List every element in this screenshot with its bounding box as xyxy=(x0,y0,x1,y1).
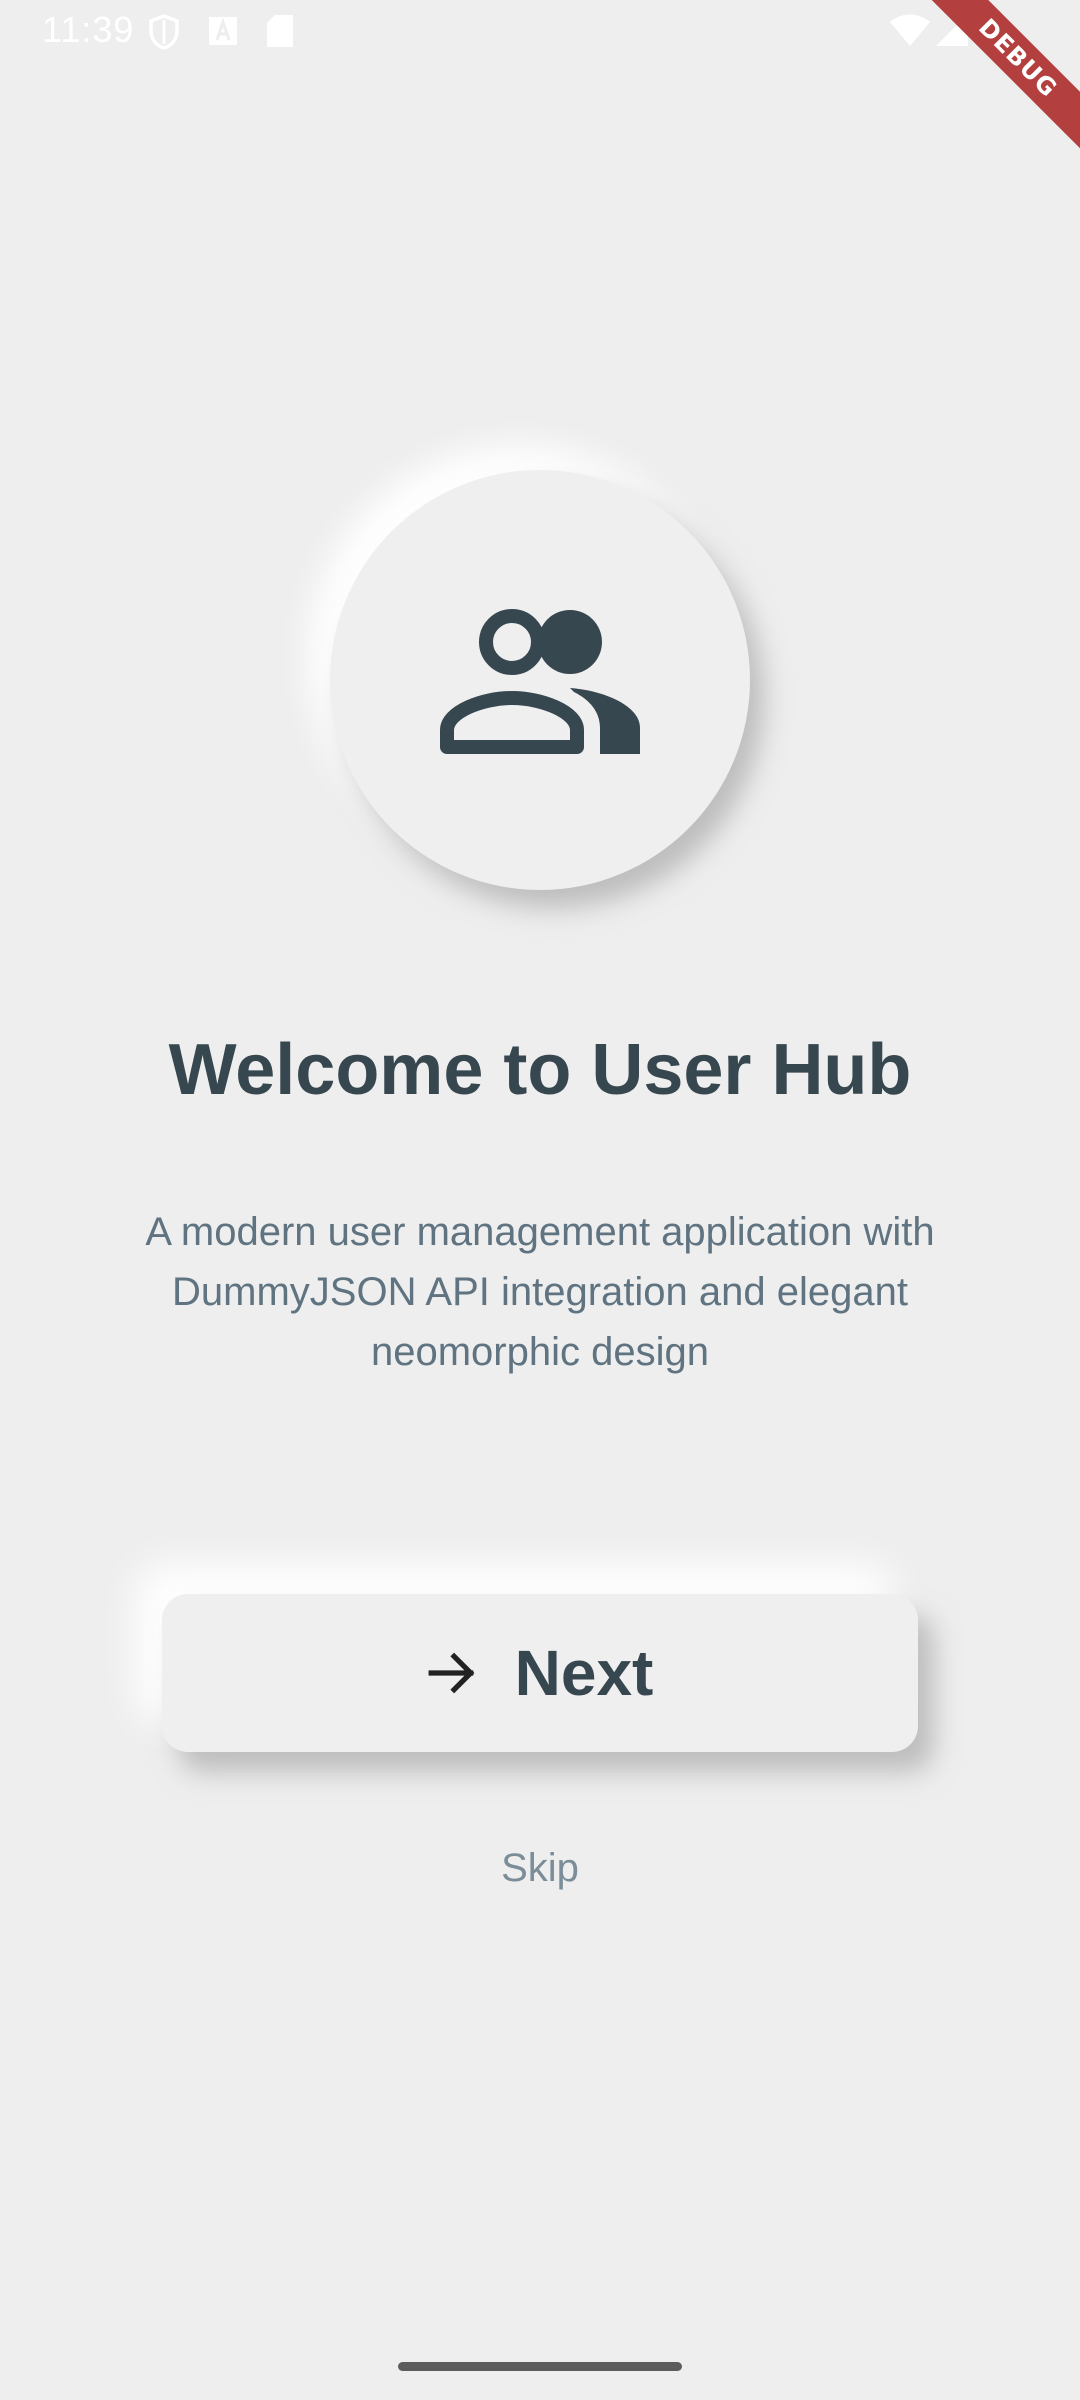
page-title: Welcome to User Hub xyxy=(168,1030,912,1110)
next-button-label: Next xyxy=(514,1637,654,1709)
next-button[interactable]: Next xyxy=(162,1594,918,1752)
status-bar: 11:39 xyxy=(0,0,1080,64)
font-a-icon xyxy=(208,16,238,51)
arrow-right-icon xyxy=(428,1652,475,1694)
sd-card-icon xyxy=(266,14,294,53)
onboarding-screen: 11:39 DEBUG Welcome to User Hub A modern… xyxy=(0,0,1080,2400)
people-icon xyxy=(440,604,640,754)
skip-button[interactable]: Skip xyxy=(440,1840,640,1896)
status-time: 11:39 xyxy=(42,9,135,50)
debug-banner-label: DEBUG xyxy=(920,0,1080,160)
debug-banner: DEBUG xyxy=(920,0,1080,160)
shield-icon xyxy=(148,14,180,55)
home-indicator[interactable] xyxy=(398,2362,682,2371)
page-description: A modern user management application wit… xyxy=(145,1210,935,1374)
